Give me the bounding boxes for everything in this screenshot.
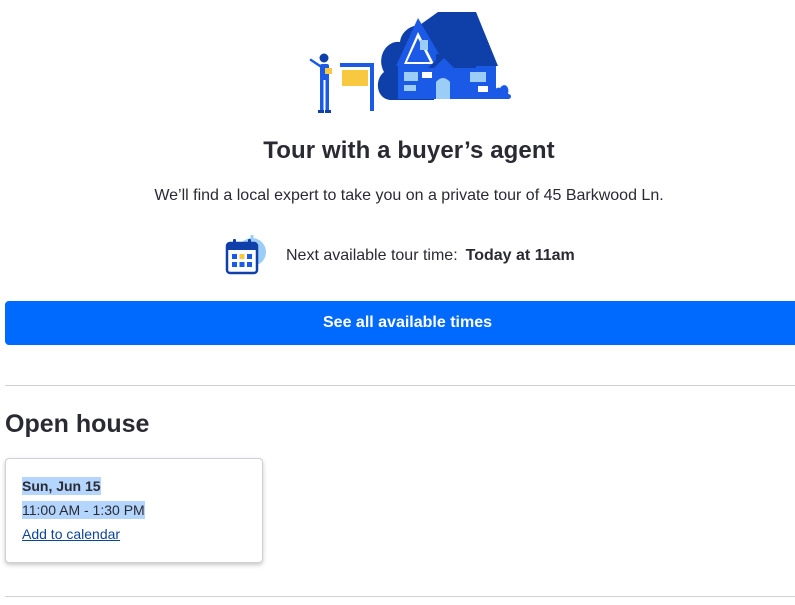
open-house-date: Sun, Jun 15 <box>22 477 101 495</box>
tour-page: Tour with a buyer’s agent We’ll find a l… <box>0 0 795 605</box>
calendar-icon <box>225 235 266 275</box>
open-house-heading: Open house <box>5 410 150 438</box>
next-available-row: Next available tour time: Today at 11am <box>224 234 575 278</box>
house-agent-illustration <box>309 12 511 113</box>
next-tour-label: Next available tour time: <box>286 247 458 264</box>
section-divider-bottom <box>5 596 795 597</box>
agent-figure <box>309 53 332 113</box>
see-all-times-button[interactable]: See all available times <box>5 301 795 345</box>
add-to-calendar-link[interactable]: Add to calendar <box>22 526 120 542</box>
tour-subtitle: We’ll find a local expert to take you on… <box>154 187 664 204</box>
open-house-time: 11:00 AM - 1:30 PM <box>22 501 145 519</box>
house <box>396 12 511 99</box>
section-divider <box>5 385 795 386</box>
sign-post <box>340 63 374 111</box>
next-tour-time: Today at 11am <box>465 247 575 264</box>
open-house-card: Sun, Jun 15 11:00 AM - 1:30 PM Add to ca… <box>5 458 263 563</box>
page-title: Tour with a buyer’s agent <box>263 137 555 164</box>
